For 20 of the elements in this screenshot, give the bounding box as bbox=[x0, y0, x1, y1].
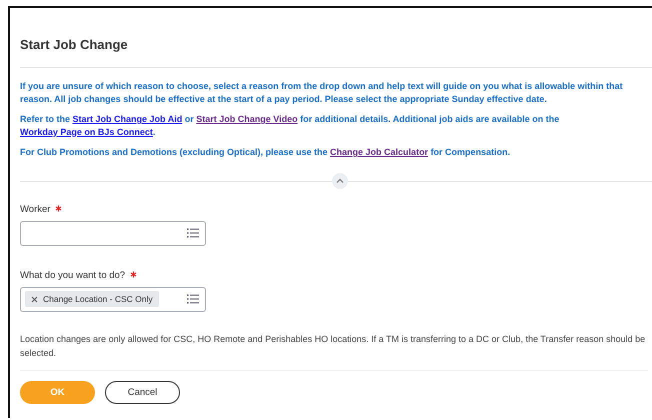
field-label: Worker bbox=[20, 204, 50, 214]
collapse-button[interactable] bbox=[332, 172, 348, 188]
link[interactable]: Change Job Calculator bbox=[330, 147, 428, 157]
help-text: Location changes are only allowed for CSC, HO Remote and Perishables HO locations. If a TM is transferring to a DC or Club, the Transfer reason should be selected. bbox=[20, 332, 648, 370]
selected-token[interactable]: Change Location - CSC Only bbox=[25, 291, 159, 307]
dialog-title: Start Job Change bbox=[20, 8, 652, 68]
remove-icon[interactable] bbox=[31, 296, 38, 302]
cancel-button[interactable]: Cancel bbox=[105, 380, 180, 404]
link[interactable]: Workday Page on BJs Connect bbox=[20, 126, 153, 136]
link[interactable]: Start Job Change Job Aid bbox=[72, 114, 182, 124]
list-icon[interactable] bbox=[187, 228, 199, 238]
link[interactable]: Start Job Change Video bbox=[196, 114, 298, 124]
list-icon[interactable] bbox=[187, 294, 199, 304]
prompt-field[interactable] bbox=[20, 220, 206, 246]
prompt-field[interactable]: Change Location - CSC Only bbox=[20, 286, 206, 312]
instruction-text: Refer to the Start Job Change Job Aid or Start Job Change Video for additional details. Additional job aids are available on the Workday Page on BJs Connect. bbox=[20, 113, 560, 138]
instruction-text: If you are unsure of which reason to choose, select a reason from the drop down and help text will guide on you what is allowable within that reason. All job changes should be effective at the start of a pay period. Please select the appropriate Sunday effective date. bbox=[20, 80, 624, 105]
field-label: What do you want to do? bbox=[20, 270, 126, 280]
instruction-text: For Club Promotions and Demotions (excluding Optical), please use the Change Job Calculator for Compensation. bbox=[20, 146, 512, 158]
chevron-up-icon[interactable] bbox=[336, 178, 344, 184]
